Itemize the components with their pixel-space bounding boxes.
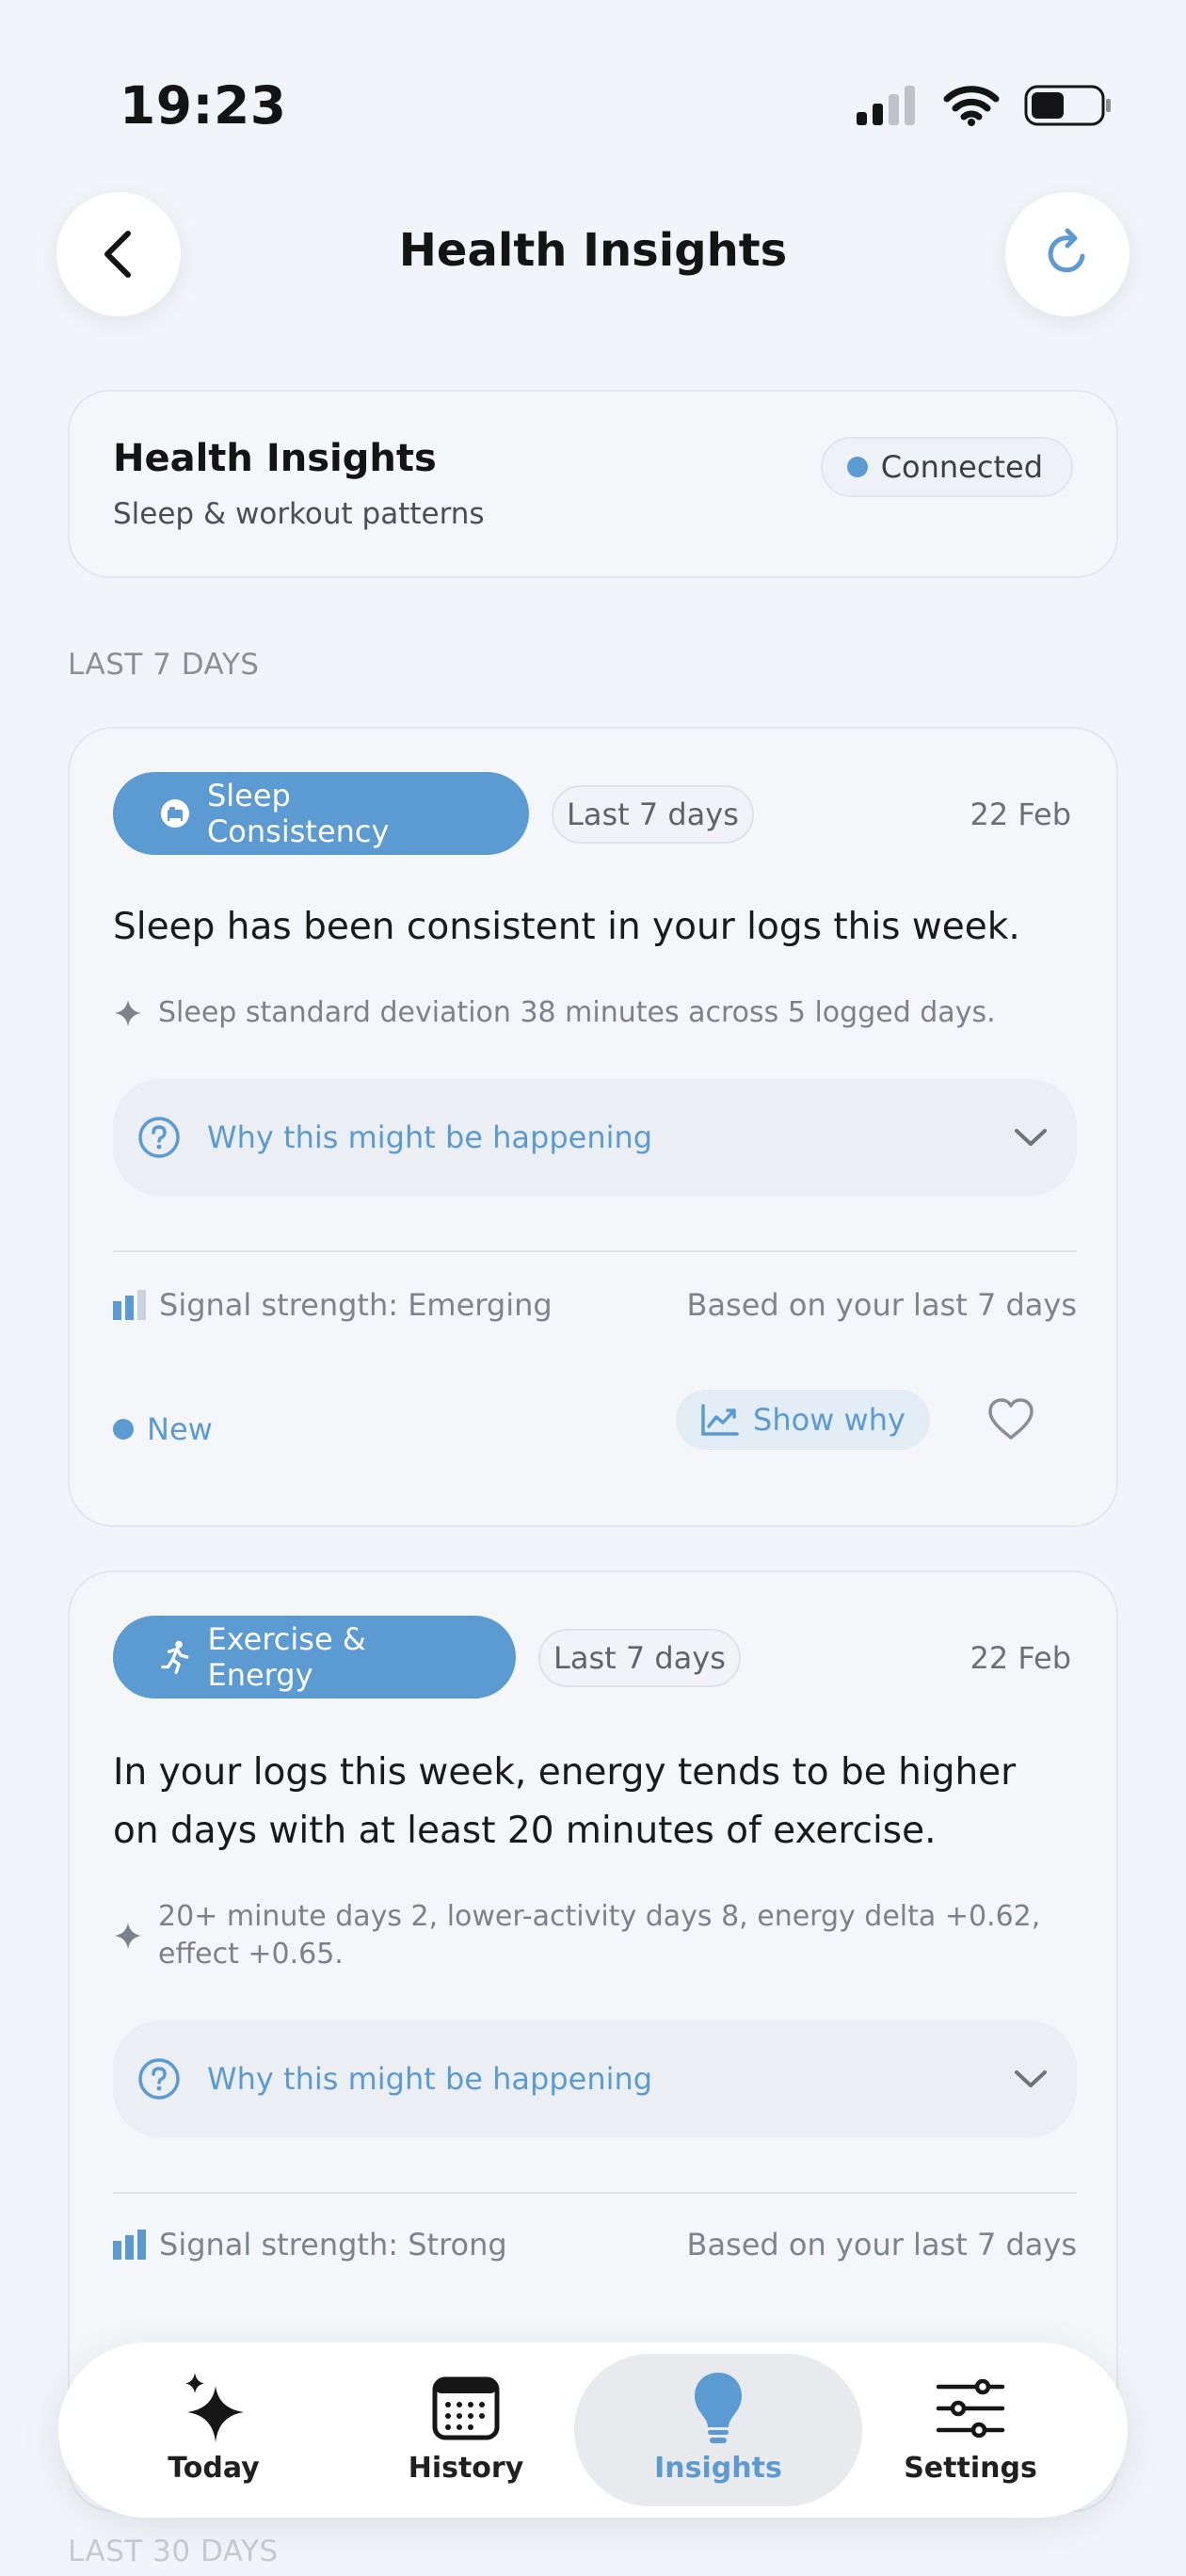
insight-detail: 20+ minute days 2, lower-activity days 8…: [113, 1898, 1071, 1973]
insight-detail: Sleep standard deviation 38 minutes acro…: [113, 994, 1071, 1032]
tab-settings[interactable]: Settings: [843, 2343, 1098, 2518]
sliders-icon: [936, 2379, 1005, 2438]
insight-detail-text: 20+ minute days 2, lower-activity days 8…: [158, 1900, 1041, 1971]
insight-detail-text: Sleep standard deviation 38 minutes acro…: [158, 996, 996, 1029]
period-chip: Last 7 days: [538, 1629, 741, 1687]
insight-headline: In your logs this week, energy tends to …: [113, 1751, 1017, 1852]
chevron-down-icon: [1015, 2070, 1047, 2087]
category-pill: Exercise & Energy: [113, 1616, 516, 1699]
signal-row: Signal strength: Strong Based on your la…: [113, 2214, 1077, 2275]
heart-icon: [988, 1398, 1034, 1440]
tab-history[interactable]: History: [339, 2343, 593, 2518]
summary-card: Health Insights Sleep & workout patterns…: [68, 390, 1118, 578]
insight-date: 22 Feb: [970, 797, 1071, 832]
battery-icon: [1024, 85, 1111, 126]
card-divider: [113, 2192, 1077, 2194]
bottom-tab-bar: Today History Insights Settings: [58, 2343, 1128, 2518]
sparkle-icon: [115, 1923, 141, 1949]
new-status-label: New: [147, 1411, 213, 1447]
why-expander[interactable]: Why this might be happening: [113, 2021, 1077, 2137]
cellular-signal-icon: [857, 86, 915, 125]
why-label: Why this might be happening: [207, 1119, 653, 1155]
status-dot: [846, 457, 868, 477]
category-pill: Sleep Consistency: [113, 772, 529, 855]
category-label: Exercise & Energy: [207, 1621, 366, 1693]
show-why-label: Show why: [753, 1402, 906, 1438]
summary-title: Health Insights: [113, 437, 437, 480]
status-icons: [857, 85, 1113, 126]
tab-label: Today: [168, 2452, 260, 2485]
signal-strength-label: Signal strength: Strong: [159, 2227, 507, 2262]
question-circle-icon: [138, 2058, 180, 2100]
running-icon: [161, 1640, 189, 1674]
insight-headline: Sleep has been consistent in your logs t…: [113, 906, 1020, 948]
section-label-last-7-days: LAST 7 DAYS: [68, 648, 260, 682]
tab-label: History: [408, 2452, 524, 2485]
bed-icon: [160, 799, 189, 828]
based-on-label: Based on your last 7 days: [686, 2227, 1077, 2262]
why-label: Why this might be happening: [207, 2061, 653, 2097]
refresh-button[interactable]: [1005, 192, 1130, 316]
signal-row: Signal strength: Emerging Based on your …: [113, 1275, 1077, 1335]
tab-insights[interactable]: Insights: [591, 2343, 845, 2518]
tab-today[interactable]: Today: [87, 2343, 341, 2518]
wifi-icon: [943, 86, 1000, 126]
based-on-label: Based on your last 7 days: [686, 1287, 1077, 1323]
chevron-down-icon: [1015, 1129, 1047, 1146]
insight-date: 22 Feb: [970, 1640, 1071, 1676]
favorite-button[interactable]: [986, 1395, 1035, 1444]
period-chip: Last 7 days: [552, 785, 754, 844]
sparkle-icon: [115, 1000, 141, 1026]
tab-label: Settings: [904, 2452, 1037, 2485]
section-label-last-30-days: LAST 30 DAYS: [68, 2535, 279, 2568]
question-circle-icon: [138, 1117, 180, 1158]
lightbulb-icon: [695, 2373, 742, 2443]
why-expander[interactable]: Why this might be happening: [113, 1079, 1077, 1196]
summary-subtitle: Sleep & workout patterns: [113, 497, 485, 531]
insight-card-sleep[interactable]: Sleep Consistency Last 7 days 22 Feb Sle…: [68, 727, 1118, 1527]
show-why-button[interactable]: Show why: [676, 1390, 930, 1450]
tab-label: Insights: [654, 2452, 782, 2485]
status-time: 19:23: [120, 75, 287, 136]
signal-strength-label: Signal strength: Emerging: [159, 1287, 553, 1323]
calendar-icon: [432, 2376, 500, 2440]
connection-status-badge: Connected: [820, 437, 1073, 497]
category-label: Sleep Consistency: [206, 778, 390, 849]
signal-strength-icon: [113, 1290, 146, 1320]
connection-status-label: Connected: [880, 449, 1043, 485]
health-insights-screen: 19:23 Health Insights Health Insights Sl…: [0, 0, 1186, 2576]
new-status: New: [113, 1399, 213, 1459]
new-dot: [113, 1419, 134, 1440]
trend-chart-icon: [701, 1404, 739, 1436]
signal-strength-icon: [113, 2230, 146, 2260]
sparkles-icon: [185, 2373, 244, 2442]
refresh-icon: [1048, 228, 1085, 273]
card-divider: [113, 1250, 1077, 1252]
